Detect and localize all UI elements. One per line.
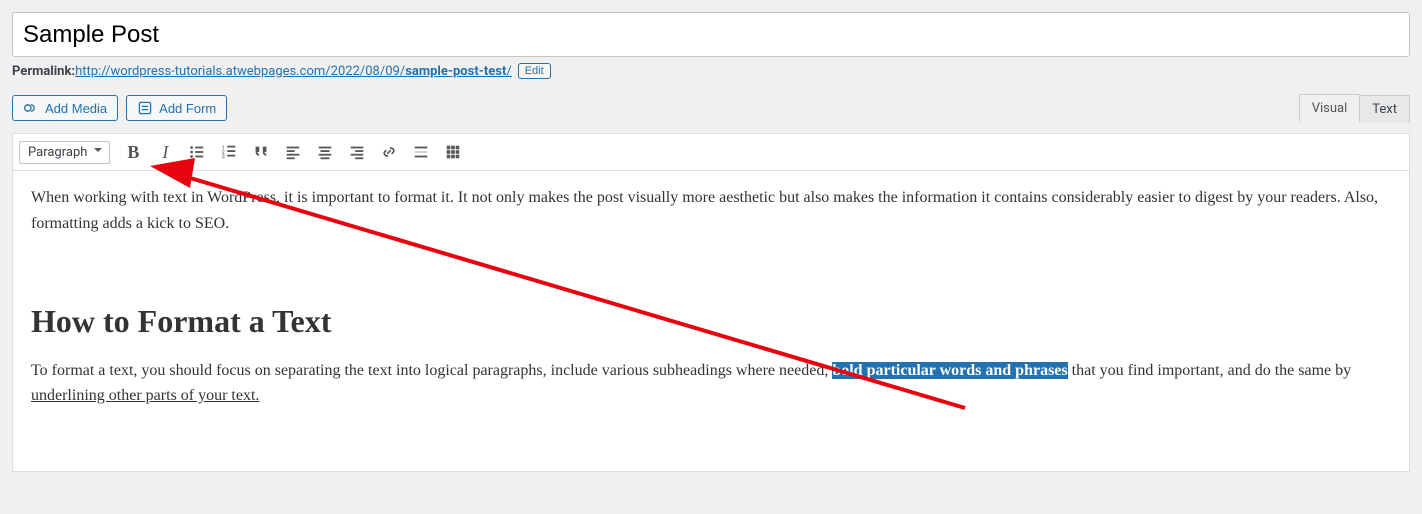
editor-button-row: Add Media Add Form Visual Text	[12, 93, 1410, 123]
editor-toolbar: Paragraph B I 1 2 3	[13, 134, 1409, 171]
toolbar-toggle-icon	[444, 143, 462, 161]
read-more-button[interactable]	[406, 138, 436, 166]
form-icon	[137, 100, 153, 116]
align-right-button[interactable]	[342, 138, 372, 166]
add-form-button[interactable]: Add Form	[126, 95, 227, 121]
svg-text:3: 3	[222, 154, 225, 160]
editor-wrap: Permalink: http://wordpress-tutorials.at…	[0, 0, 1422, 484]
heading: How to Format a Text	[31, 296, 1391, 347]
format-select[interactable]: Paragraph	[19, 141, 110, 164]
paragraph: When working with text in WordPress, it …	[31, 185, 1391, 236]
numbered-list-icon: 1 2 3	[220, 143, 238, 161]
editor-tabs: Visual Text	[1300, 93, 1410, 123]
editor-shell: Paragraph B I 1 2 3	[12, 133, 1410, 472]
permalink-label: Permalink:	[12, 64, 75, 79]
read-more-icon	[412, 143, 430, 161]
add-media-button[interactable]: Add Media	[12, 95, 118, 121]
align-right-icon	[348, 143, 366, 161]
toolbar-toggle-button[interactable]	[438, 138, 468, 166]
blockquote-button[interactable]	[246, 138, 276, 166]
tab-visual[interactable]: Visual	[1299, 94, 1361, 123]
permalink-row: Permalink: http://wordpress-tutorials.at…	[12, 63, 1410, 79]
media-icon	[23, 100, 39, 116]
bullet-list-icon	[188, 143, 206, 161]
permalink-link[interactable]: http://wordpress-tutorials.atwebpages.co…	[75, 64, 512, 79]
italic-button[interactable]: I	[150, 138, 180, 166]
bullet-list-button[interactable]	[182, 138, 212, 166]
underlined-text: underlining other parts of your text.	[31, 387, 259, 404]
align-center-button[interactable]	[310, 138, 340, 166]
tab-text[interactable]: Text	[1359, 95, 1410, 123]
align-center-icon	[316, 143, 334, 161]
align-left-button[interactable]	[278, 138, 308, 166]
post-title-input[interactable]	[12, 12, 1410, 57]
link-button[interactable]	[374, 138, 404, 166]
editor-content[interactable]: When working with text in WordPress, it …	[13, 171, 1409, 471]
quote-icon	[252, 143, 270, 161]
link-icon	[380, 143, 398, 161]
selected-text: bold particular words and phrases	[832, 362, 1067, 379]
paragraph: To format a text, you should focus on se…	[31, 358, 1391, 409]
numbered-list-button[interactable]: 1 2 3	[214, 138, 244, 166]
edit-slug-button[interactable]: Edit	[518, 63, 551, 79]
align-left-icon	[284, 143, 302, 161]
bold-button[interactable]: B	[118, 138, 148, 166]
